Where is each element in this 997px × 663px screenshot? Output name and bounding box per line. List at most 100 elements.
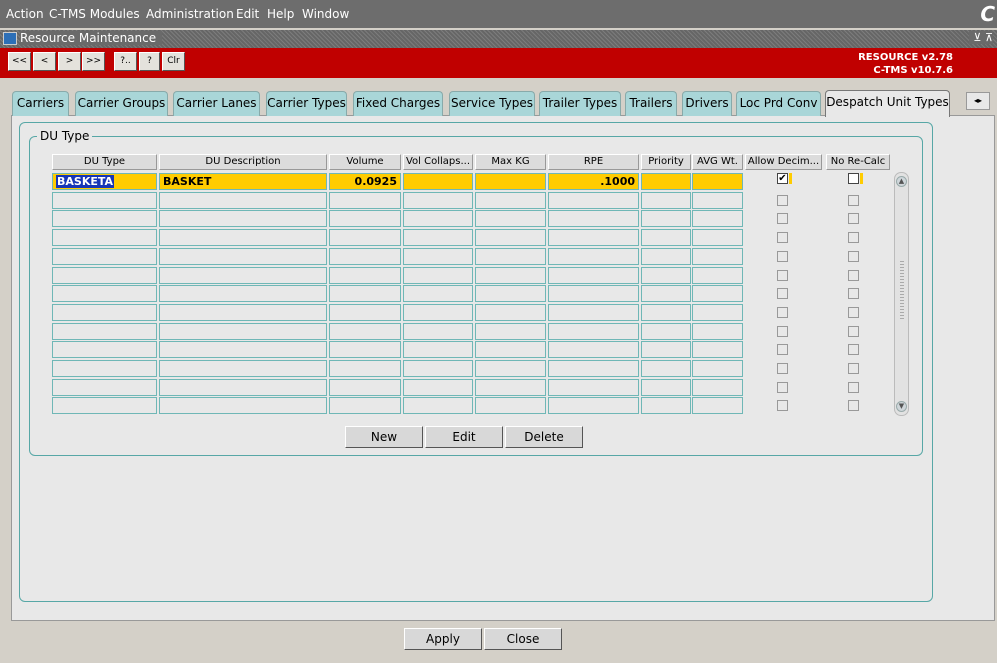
cell-max-kg[interactable] — [475, 173, 546, 190]
empty-checkbox[interactable] — [777, 269, 788, 281]
empty-checkbox[interactable] — [848, 269, 859, 281]
scroll-down-icon[interactable]: ▼ — [896, 401, 907, 412]
empty-cell[interactable] — [641, 378, 691, 396]
empty-cell[interactable] — [641, 191, 691, 209]
empty-cell[interactable] — [159, 266, 327, 284]
empty-cell[interactable] — [692, 266, 743, 284]
tab-despatch-unit-types[interactable]: Despatch Unit Types — [825, 90, 950, 117]
delete-button[interactable]: Delete — [505, 426, 583, 448]
empty-cell[interactable] — [692, 360, 743, 377]
empty-cell[interactable] — [329, 378, 401, 396]
empty-cell[interactable] — [159, 360, 327, 377]
tab-carrier-types[interactable]: Carrier Types — [266, 91, 347, 116]
empty-checkbox[interactable] — [777, 213, 788, 225]
empty-cell[interactable] — [159, 341, 327, 359]
empty-checkbox[interactable] — [777, 288, 788, 300]
empty-cell[interactable] — [52, 378, 157, 396]
empty-cell[interactable] — [548, 397, 639, 415]
empty-checkbox[interactable] — [777, 194, 788, 206]
empty-cell[interactable] — [159, 397, 327, 415]
tab-fixed-charges[interactable]: Fixed Charges — [353, 91, 443, 116]
empty-cell[interactable] — [329, 341, 401, 359]
menu-administration[interactable]: Administration — [146, 7, 234, 21]
empty-cell[interactable] — [403, 341, 473, 359]
empty-cell[interactable] — [475, 229, 546, 247]
grid-vertical-scrollbar[interactable]: ▲ ▼ — [894, 172, 909, 416]
empty-cell[interactable] — [159, 285, 327, 303]
empty-cell[interactable] — [159, 303, 327, 321]
tab-carrier-groups[interactable]: Carrier Groups — [75, 91, 168, 116]
scroll-up-icon[interactable]: ▲ — [896, 176, 907, 187]
empty-cell[interactable] — [52, 247, 157, 265]
empty-cell[interactable] — [475, 285, 546, 303]
empty-cell[interactable] — [159, 378, 327, 396]
menu-edit[interactable]: Edit — [236, 7, 259, 21]
cell-avg-wt[interactable] — [692, 173, 743, 190]
cell-du-type[interactable]: BASKETA — [52, 173, 157, 190]
empty-cell[interactable] — [329, 303, 401, 321]
empty-cell[interactable] — [52, 322, 157, 340]
empty-cell[interactable] — [52, 210, 157, 228]
empty-cell[interactable] — [641, 322, 691, 340]
empty-cell[interactable] — [329, 360, 401, 377]
empty-cell[interactable] — [403, 360, 473, 377]
menu-ctms-modules[interactable]: C-TMS Modules — [49, 7, 140, 21]
empty-cell[interactable] — [548, 322, 639, 340]
empty-cell[interactable] — [692, 210, 743, 228]
clear-button[interactable]: Clr — [162, 52, 185, 71]
empty-cell[interactable] — [52, 360, 157, 377]
empty-checkbox[interactable] — [848, 306, 859, 318]
empty-cell[interactable] — [329, 191, 401, 209]
empty-cell[interactable] — [641, 229, 691, 247]
cell-priority[interactable] — [641, 173, 691, 190]
empty-cell[interactable] — [475, 191, 546, 209]
empty-checkbox[interactable] — [777, 250, 788, 262]
first-record-button[interactable]: << — [8, 52, 31, 71]
empty-cell[interactable] — [692, 322, 743, 340]
empty-cell[interactable] — [329, 229, 401, 247]
empty-cell[interactable] — [403, 247, 473, 265]
empty-cell[interactable] — [641, 341, 691, 359]
empty-cell[interactable] — [692, 397, 743, 415]
last-record-button[interactable]: >> — [82, 52, 105, 71]
new-button[interactable]: New — [345, 426, 423, 448]
empty-cell[interactable] — [692, 229, 743, 247]
no-recalc-checkbox[interactable] — [848, 173, 859, 184]
empty-cell[interactable] — [548, 285, 639, 303]
empty-checkbox[interactable] — [777, 232, 788, 244]
empty-checkbox[interactable] — [777, 306, 788, 318]
tab-service-types[interactable]: Service Types — [449, 91, 535, 116]
empty-cell[interactable] — [641, 303, 691, 321]
empty-cell[interactable] — [641, 266, 691, 284]
empty-cell[interactable] — [403, 229, 473, 247]
cell-volume[interactable]: 0.0925 — [329, 173, 401, 190]
empty-cell[interactable] — [475, 397, 546, 415]
close-button[interactable]: Close — [484, 628, 562, 650]
menu-window[interactable]: Window — [302, 7, 349, 21]
empty-cell[interactable] — [548, 378, 639, 396]
empty-checkbox[interactable] — [848, 232, 859, 244]
tab-trailer-types[interactable]: Trailer Types — [539, 91, 621, 116]
empty-cell[interactable] — [641, 247, 691, 265]
empty-checkbox[interactable] — [848, 381, 859, 393]
empty-cell[interactable] — [329, 247, 401, 265]
empty-cell[interactable] — [329, 210, 401, 228]
empty-cell[interactable] — [641, 397, 691, 415]
empty-cell[interactable] — [159, 210, 327, 228]
empty-cell[interactable] — [548, 341, 639, 359]
empty-cell[interactable] — [329, 266, 401, 284]
empty-cell[interactable] — [159, 191, 327, 209]
empty-cell[interactable] — [548, 360, 639, 377]
empty-cell[interactable] — [692, 247, 743, 265]
help-button[interactable]: ? — [139, 52, 160, 71]
empty-checkbox[interactable] — [848, 250, 859, 262]
empty-checkbox[interactable] — [848, 325, 859, 337]
empty-cell[interactable] — [548, 266, 639, 284]
empty-cell[interactable] — [403, 397, 473, 415]
empty-cell[interactable] — [548, 229, 639, 247]
empty-cell[interactable] — [475, 210, 546, 228]
empty-cell[interactable] — [403, 191, 473, 209]
empty-cell[interactable] — [403, 303, 473, 321]
empty-cell[interactable] — [52, 341, 157, 359]
empty-checkbox[interactable] — [777, 344, 788, 356]
